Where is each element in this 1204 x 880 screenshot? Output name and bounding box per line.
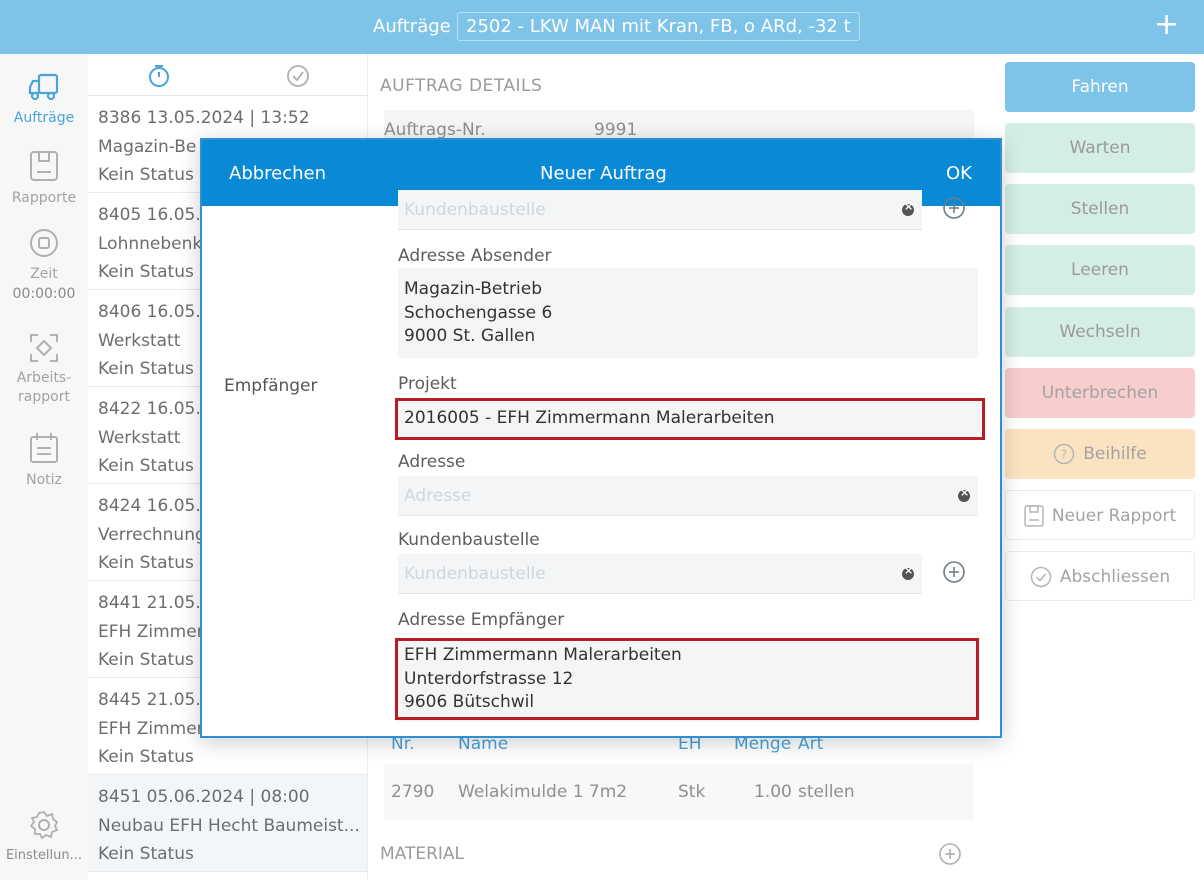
- dialog-title: Neuer Auftrag: [540, 163, 667, 184]
- sender-line: 9000 St. Gallen: [404, 326, 536, 346]
- clear-icon[interactable]: [902, 564, 914, 580]
- add-site-icon[interactable]: [942, 560, 966, 584]
- page-title: Aufträge: [373, 16, 451, 37]
- top-bar: Aufträge 2502 - LKW MAN mit Kran, FB, o …: [0, 0, 1204, 54]
- vehicle-selector[interactable]: 2502 - LKW MAN mit Kran, FB, o ARd, -32 …: [457, 12, 860, 41]
- receiver-highlight: [395, 638, 979, 720]
- sender-line: Magazin-Betrieb: [404, 279, 542, 299]
- receiver-address-label: Adresse Empfänger: [398, 610, 565, 630]
- clear-icon[interactable]: [902, 200, 914, 216]
- sender-site-placeholder: Kundenbaustelle: [404, 200, 546, 220]
- new-order-dialog: Abbrechen Neuer Auftrag OK Kundenbaustel…: [200, 138, 1002, 738]
- site-field[interactable]: Kundenbaustelle: [398, 554, 922, 594]
- add-site-icon[interactable]: [942, 196, 966, 220]
- site-label: Kundenbaustelle: [398, 530, 540, 550]
- sender-site-field[interactable]: Kundenbaustelle: [398, 190, 922, 230]
- project-highlight: [395, 398, 985, 440]
- sender-address-label: Adresse Absender: [398, 246, 552, 266]
- address-field[interactable]: Adresse: [398, 476, 978, 516]
- address-placeholder: Adresse: [404, 486, 472, 506]
- site-placeholder: Kundenbaustelle: [404, 564, 546, 584]
- receiver-section-label: Empfänger: [224, 376, 318, 396]
- address-label: Adresse: [398, 452, 466, 472]
- clear-icon[interactable]: [958, 486, 970, 502]
- cancel-button[interactable]: Abbrechen: [229, 163, 326, 184]
- sender-address: Magazin-Betrieb Schochengasse 6 9000 St.…: [398, 268, 978, 358]
- project-label: Projekt: [398, 374, 457, 394]
- plus-icon[interactable]: +: [1154, 8, 1179, 42]
- dialog-body: Kundenbaustelle Empfänger Adresse Absend…: [202, 190, 1000, 736]
- ok-button[interactable]: OK: [946, 163, 972, 184]
- sender-line: Schochengasse 6: [404, 302, 553, 323]
